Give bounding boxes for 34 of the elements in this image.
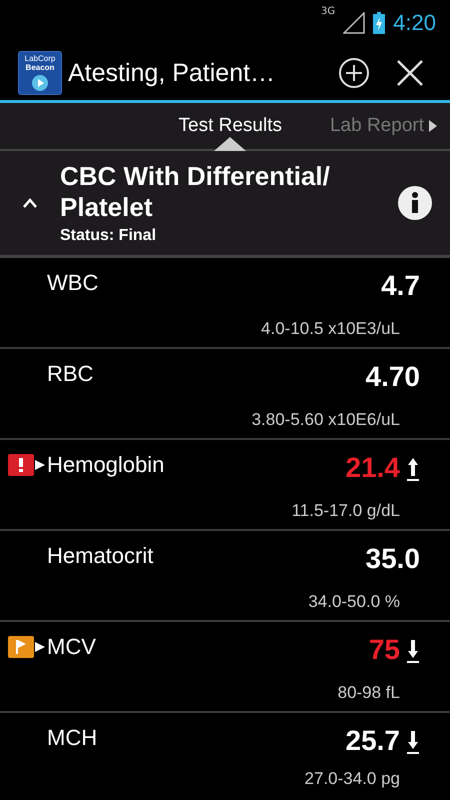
reference-range: 34.0-50.0 %: [308, 592, 400, 612]
test-name: WBC: [47, 270, 100, 297]
play-icon: [31, 74, 49, 92]
panel-status: Status: Final: [60, 227, 158, 245]
test-name: MCH: [47, 725, 98, 752]
collapse-icon[interactable]: [22, 197, 38, 209]
reference-range: 11.5-17.0 g/dL: [292, 500, 400, 522]
test-name: Hematocrit: [47, 543, 154, 570]
test-value: 35.0: [366, 543, 420, 575]
test-name: RBC: [47, 361, 94, 388]
battery-icon: [373, 12, 386, 34]
reference-range: 4.0-10.5 x10E3/uL: [261, 318, 400, 340]
reference-range: 27.0-34.0 pg: [304, 769, 400, 790]
caret-icon: [428, 119, 438, 133]
add-button[interactable]: [338, 57, 370, 89]
info-icon[interactable]: [397, 185, 433, 221]
clock-time: 4:20: [393, 10, 436, 36]
test-value: 4.70: [366, 361, 420, 393]
network-type: 3G: [321, 6, 336, 17]
test-value: 75: [368, 634, 400, 666]
signal-icon: [343, 12, 366, 34]
tab[interactable]: Test Results: [178, 103, 282, 149]
test-value: 4.7: [381, 270, 420, 302]
reference-range: 3.80-5.60 x10E6/uL: [252, 410, 400, 430]
test-value: 21.4: [346, 452, 400, 484]
test-name: Hemoglobin: [47, 452, 166, 479]
tab[interactable]: Lab Report: [330, 103, 438, 149]
test-value: 25.7: [346, 725, 400, 757]
panel-title: CBC With Differential/ Platelet: [60, 161, 331, 223]
add-icon: [338, 57, 370, 89]
test-name: MCV: [47, 634, 97, 661]
reference-range: 80-98 fL: [338, 682, 400, 704]
patient-name: Atesting, Patient…: [68, 58, 276, 88]
app-logo: LabCorp Beacon: [18, 51, 62, 95]
